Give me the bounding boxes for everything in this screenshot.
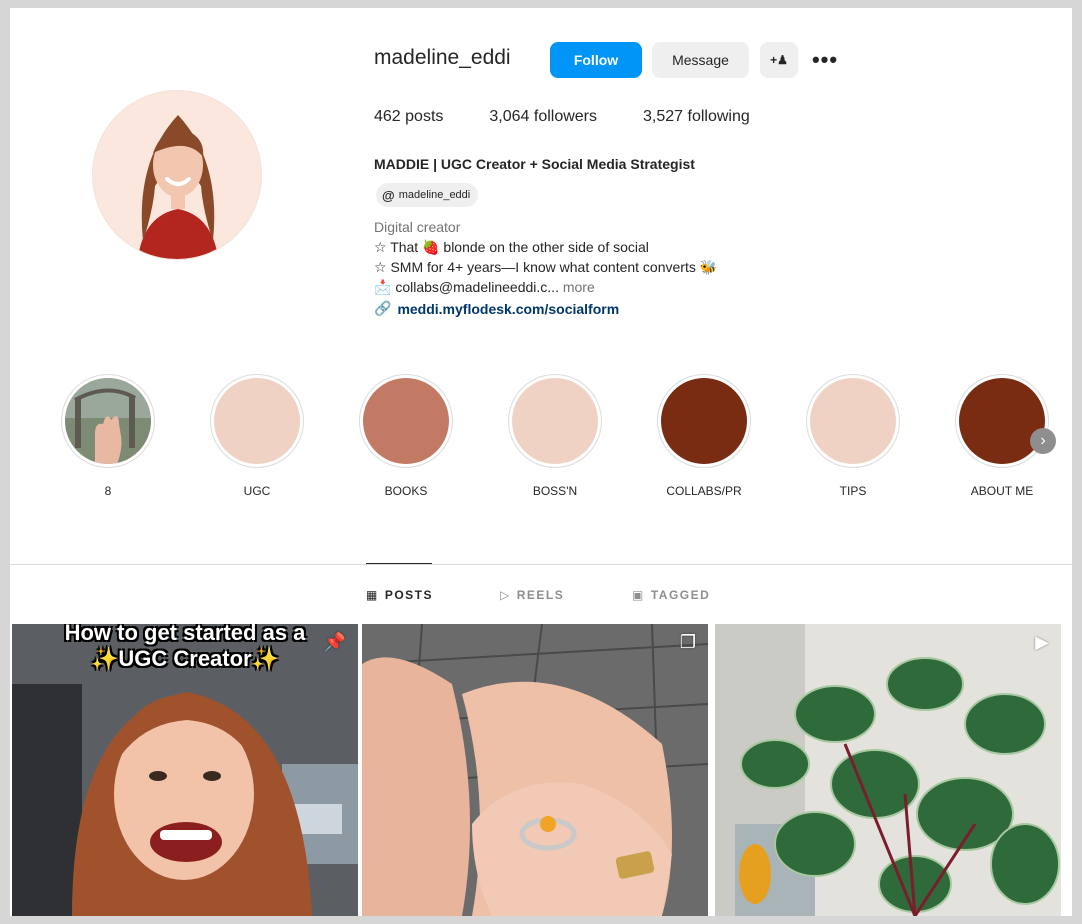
highlight-bossn[interactable]: BOSS'N (505, 374, 605, 498)
highlight-ring (508, 374, 602, 468)
highlight-ring (657, 374, 751, 468)
more-options-button[interactable]: ••• (808, 42, 842, 78)
tab-reels-label: REELS (516, 588, 565, 602)
highlight-label: UGC (243, 484, 271, 498)
highlight-label: COLLABS/PR (666, 484, 742, 498)
post-image (715, 624, 1061, 916)
highlight-label: TIPS (839, 484, 867, 498)
bio-link-text: meddi.myflodesk.com/socialform (397, 300, 620, 317)
tab-posts[interactable]: ▦ POSTS (366, 588, 433, 602)
bio-line-1: ☆ That 🍓 blonde on the other side of soc… (374, 239, 649, 255)
followers-count[interactable]: 3,064 followers (489, 108, 597, 126)
post-tile[interactable]: ❐ (362, 624, 708, 916)
profile-stats: 462 posts 3,064 followers 3,527 followin… (374, 108, 750, 126)
tab-posts-label: POSTS (384, 588, 434, 602)
highlights-next-button[interactable]: › (1030, 428, 1056, 454)
highlight-collabs-pr[interactable]: COLLABS/PR (654, 374, 754, 498)
threads-handle: madeline_eddi (398, 189, 471, 201)
bio-email: 📩 collabs@madelineeddi.c... (374, 279, 559, 295)
highlight-ugc[interactable]: UGC (207, 374, 307, 498)
tagged-icon: ▣ (632, 588, 645, 602)
reel-icon: ▶ (1035, 632, 1049, 652)
profile-photo (93, 91, 261, 259)
highlight-cover (959, 378, 1045, 464)
post-image (362, 624, 708, 916)
profile-avatar[interactable] (92, 90, 262, 260)
highlight-label: 8 (104, 484, 112, 498)
post-tile[interactable]: How to get started as a ✨UGC Creator✨ 📌 (12, 624, 358, 916)
highlight-cover (661, 378, 747, 464)
tabs-divider (10, 564, 1072, 565)
post-caption-line2: ✨UGC Creator✨ (90, 646, 280, 671)
profile-category: Digital creator (374, 219, 461, 235)
profile-username: madeline_eddi (374, 46, 511, 69)
add-person-icon: +♟ (770, 53, 788, 67)
post-caption-line1: How to get started as a (64, 624, 306, 645)
link-icon: 🔗 (374, 300, 392, 316)
highlight-8[interactable]: 8 (58, 374, 158, 498)
highlight-label: BOSS'N (532, 484, 578, 498)
bio-external-link[interactable]: 🔗 meddi.myflodesk.com/socialform (374, 300, 619, 317)
grid-icon: ▦ (366, 588, 379, 602)
tab-tagged-label: TAGGED (650, 588, 711, 602)
highlight-ring (806, 374, 900, 468)
highlight-cover (214, 378, 300, 464)
highlight-cover (810, 378, 896, 464)
follow-button[interactable]: Follow (550, 42, 642, 78)
active-tab-indicator (366, 563, 432, 564)
reels-icon: ▷ (500, 588, 511, 602)
profile-full-name: MADDIE | UGC Creator + Social Media Stra… (374, 156, 695, 172)
highlight-cover (363, 378, 449, 464)
highlight-cover (512, 378, 598, 464)
chevron-right-icon: › (1040, 432, 1046, 449)
threads-badge[interactable]: @ madeline_eddi (376, 183, 479, 207)
carousel-icon: ❐ (679, 632, 696, 652)
highlight-ring (210, 374, 304, 468)
message-button[interactable]: Message (652, 42, 749, 78)
bio-line-2: ☆ SMM for 4+ years—I know what content c… (374, 259, 718, 275)
highlight-ring (359, 374, 453, 468)
following-count[interactable]: 3,527 following (643, 108, 750, 126)
bio-more-link[interactable]: more (563, 279, 595, 295)
posts-count: 462 posts (374, 108, 444, 125)
post-tile[interactable]: ▶ (715, 624, 1061, 916)
highlight-label: ABOUT ME (970, 484, 1034, 498)
threads-icon: @ (382, 187, 395, 203)
highlight-ring (955, 374, 1049, 468)
pin-icon: 📌 (323, 632, 346, 652)
more-options-icon: ••• (811, 47, 839, 72)
profile-page: madeline_eddi Follow Message +♟ ••• 462 … (10, 8, 1072, 916)
tab-reels[interactable]: ▷ REELS (500, 588, 564, 602)
tab-tagged[interactable]: ▣ TAGGED (632, 588, 710, 602)
highlight-ring (61, 374, 155, 468)
highlight-books[interactable]: BOOKS (356, 374, 456, 498)
highlight-label: BOOKS (384, 484, 428, 498)
highlight-cover (65, 378, 151, 464)
suggest-accounts-button[interactable]: +♟ (760, 42, 798, 78)
highlight-tips[interactable]: TIPS (803, 374, 903, 498)
bio-line-3: 📩 collabs@madelineeddi.c... more (374, 279, 595, 296)
